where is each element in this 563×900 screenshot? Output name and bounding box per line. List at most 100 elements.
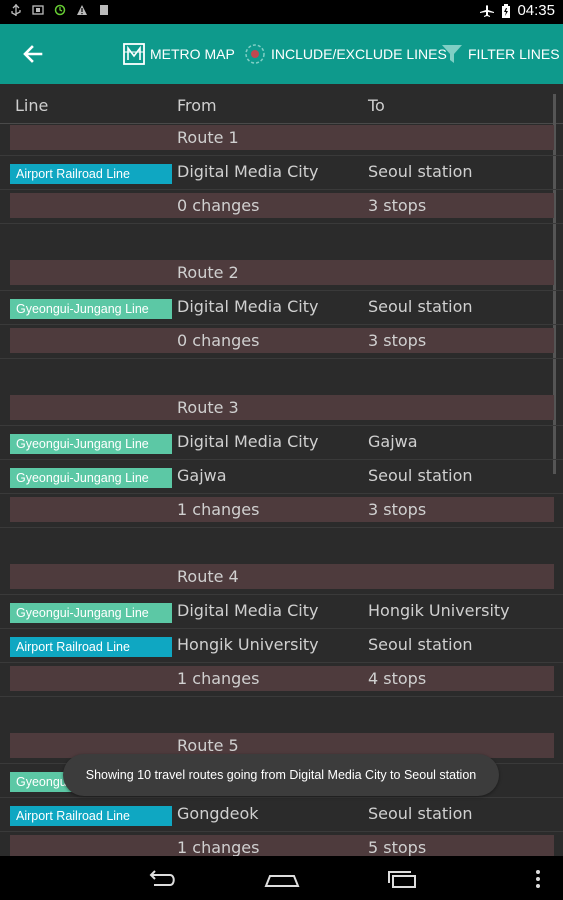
status-time: 04:35	[517, 2, 555, 19]
line-badge: Gyeongui-Jungang Line	[10, 468, 172, 488]
to-cell	[363, 395, 554, 420]
route-summary-row[interactable]: 1 changes 4 stops	[0, 663, 563, 697]
route-changes: 0 changes	[172, 193, 363, 218]
leg-from: Digital Media City	[177, 297, 319, 316]
nav-overflow-menu-button[interactable]	[528, 866, 548, 892]
filter-lines-label: FILTER LINES	[468, 46, 560, 62]
to-cell	[363, 564, 554, 589]
usb-icon	[11, 4, 21, 16]
airplane-mode-icon	[480, 4, 495, 17]
route-stops: 5 stops	[363, 835, 554, 856]
route-leg-row[interactable]: Airport Railroad Line Gongdeok Seoul sta…	[0, 798, 563, 832]
header-from: From	[177, 96, 217, 115]
sync-icon	[54, 4, 66, 16]
leg-from: Gajwa	[177, 466, 227, 485]
target-icon	[245, 44, 265, 64]
filter-icon	[442, 45, 462, 63]
metro-map-button[interactable]: METRO MAP	[122, 38, 235, 70]
nav-recent-apps-button[interactable]	[382, 866, 422, 892]
leg-to: Hongik University	[368, 601, 510, 620]
to-cell	[363, 260, 554, 285]
route-stops: 3 stops	[363, 328, 554, 353]
arrow-left-icon	[23, 45, 43, 63]
table-header: Line From To	[0, 84, 563, 124]
line-badge: Gyeongui-Jungang Line	[10, 434, 172, 454]
route-list[interactable]: Line From To Route 1 Airport Railroad Li…	[0, 84, 563, 856]
toast-message: Showing 10 travel routes going from Digi…	[63, 754, 499, 796]
leg-from: Gongdeok	[177, 804, 259, 823]
screenshot-icon	[32, 5, 44, 15]
filter-lines-button[interactable]: FILTER LINES	[440, 38, 560, 70]
navigation-bar	[0, 856, 563, 900]
route-stops: 3 stops	[363, 193, 554, 218]
route-leg-row[interactable]: Gyeongui-Jungang Line Digital Media City…	[0, 426, 563, 460]
action-bar: METRO MAP INCLUDE/EXCLUDE LINES FILTER L…	[0, 24, 563, 84]
route-leg-row[interactable]: Gyeongui-Jungang Line Gajwa Seoul statio…	[0, 460, 563, 494]
leg-to: Seoul station	[368, 466, 473, 485]
route-leg-row[interactable]: Airport Railroad Line Hongik University …	[0, 629, 563, 663]
route-changes: 1 changes	[172, 666, 363, 691]
route-title: Route 1	[172, 125, 363, 150]
line-cell	[10, 564, 172, 589]
leg-to: Seoul station	[368, 804, 473, 823]
route-summary-row[interactable]: 0 changes 3 stops	[0, 325, 563, 359]
route-title: Route 4	[172, 564, 363, 589]
route-summary-row[interactable]: 0 changes 3 stops	[0, 190, 563, 224]
header-line: Line	[15, 96, 49, 115]
map-icon	[123, 43, 145, 65]
leg-to: Seoul station	[368, 635, 473, 654]
more-vertical-icon	[536, 870, 540, 888]
route-title-row[interactable]: Route 2	[0, 257, 563, 291]
back-arrow-icon	[149, 870, 175, 886]
leg-to: Gajwa	[368, 432, 418, 451]
warning-icon	[77, 5, 87, 15]
line-cell	[10, 125, 172, 150]
recent-apps-icon	[388, 871, 416, 888]
line-cell	[10, 395, 172, 420]
header-to: To	[368, 96, 385, 115]
line-badge: Gyeongui-Jungang Line	[10, 603, 172, 623]
status-bar: 04:35	[0, 0, 563, 24]
line-cell	[10, 666, 172, 691]
storage-icon	[100, 5, 108, 15]
leg-from: Digital Media City	[177, 601, 319, 620]
route-title-row[interactable]: Route 4	[0, 561, 563, 595]
route-title-row[interactable]: Route 1	[0, 122, 563, 156]
nav-back-button[interactable]	[142, 866, 182, 892]
metro-map-label: METRO MAP	[150, 46, 235, 62]
route-leg-row[interactable]: Gyeongui-Jungang Line Digital Media City…	[0, 291, 563, 325]
route-changes: 0 changes	[172, 328, 363, 353]
line-cell	[10, 260, 172, 285]
line-badge: Airport Railroad Line	[10, 637, 172, 657]
back-button[interactable]	[18, 40, 48, 68]
include-exclude-lines-button[interactable]: INCLUDE/EXCLUDE LINES	[243, 38, 447, 70]
nav-home-button[interactable]	[262, 866, 302, 892]
line-badge: Gyeongui-Jungang Line	[10, 299, 172, 319]
route-leg-row[interactable]: Airport Railroad Line Digital Media City…	[0, 156, 563, 190]
route-summary-row[interactable]: 1 changes 5 stops	[0, 832, 563, 856]
route-leg-row[interactable]: Gyeongui-Jungang Line Digital Media City…	[0, 595, 563, 629]
leg-to: Seoul station	[368, 297, 473, 316]
leg-to: Seoul station	[368, 162, 473, 181]
line-badge: Airport Railroad Line	[10, 806, 172, 826]
route-summary-row[interactable]: 1 changes 3 stops	[0, 494, 563, 528]
leg-from: Digital Media City	[177, 162, 319, 181]
line-cell	[10, 328, 172, 353]
home-icon	[264, 875, 300, 887]
route-title-row[interactable]: Route 3	[0, 392, 563, 426]
leg-from: Hongik University	[177, 635, 319, 654]
line-cell	[10, 193, 172, 218]
leg-from: Digital Media City	[177, 432, 319, 451]
line-cell	[10, 835, 172, 856]
include-exclude-label: INCLUDE/EXCLUDE LINES	[271, 46, 447, 62]
route-stops: 4 stops	[363, 666, 554, 691]
line-badge: Airport Railroad Line	[10, 164, 172, 184]
route-title: Route 2	[172, 260, 363, 285]
route-stops: 3 stops	[363, 497, 554, 522]
battery-icon	[502, 3, 511, 18]
route-changes: 1 changes	[172, 835, 363, 856]
route-changes: 1 changes	[172, 497, 363, 522]
route-title: Route 3	[172, 395, 363, 420]
to-cell	[363, 125, 554, 150]
line-cell	[10, 497, 172, 522]
